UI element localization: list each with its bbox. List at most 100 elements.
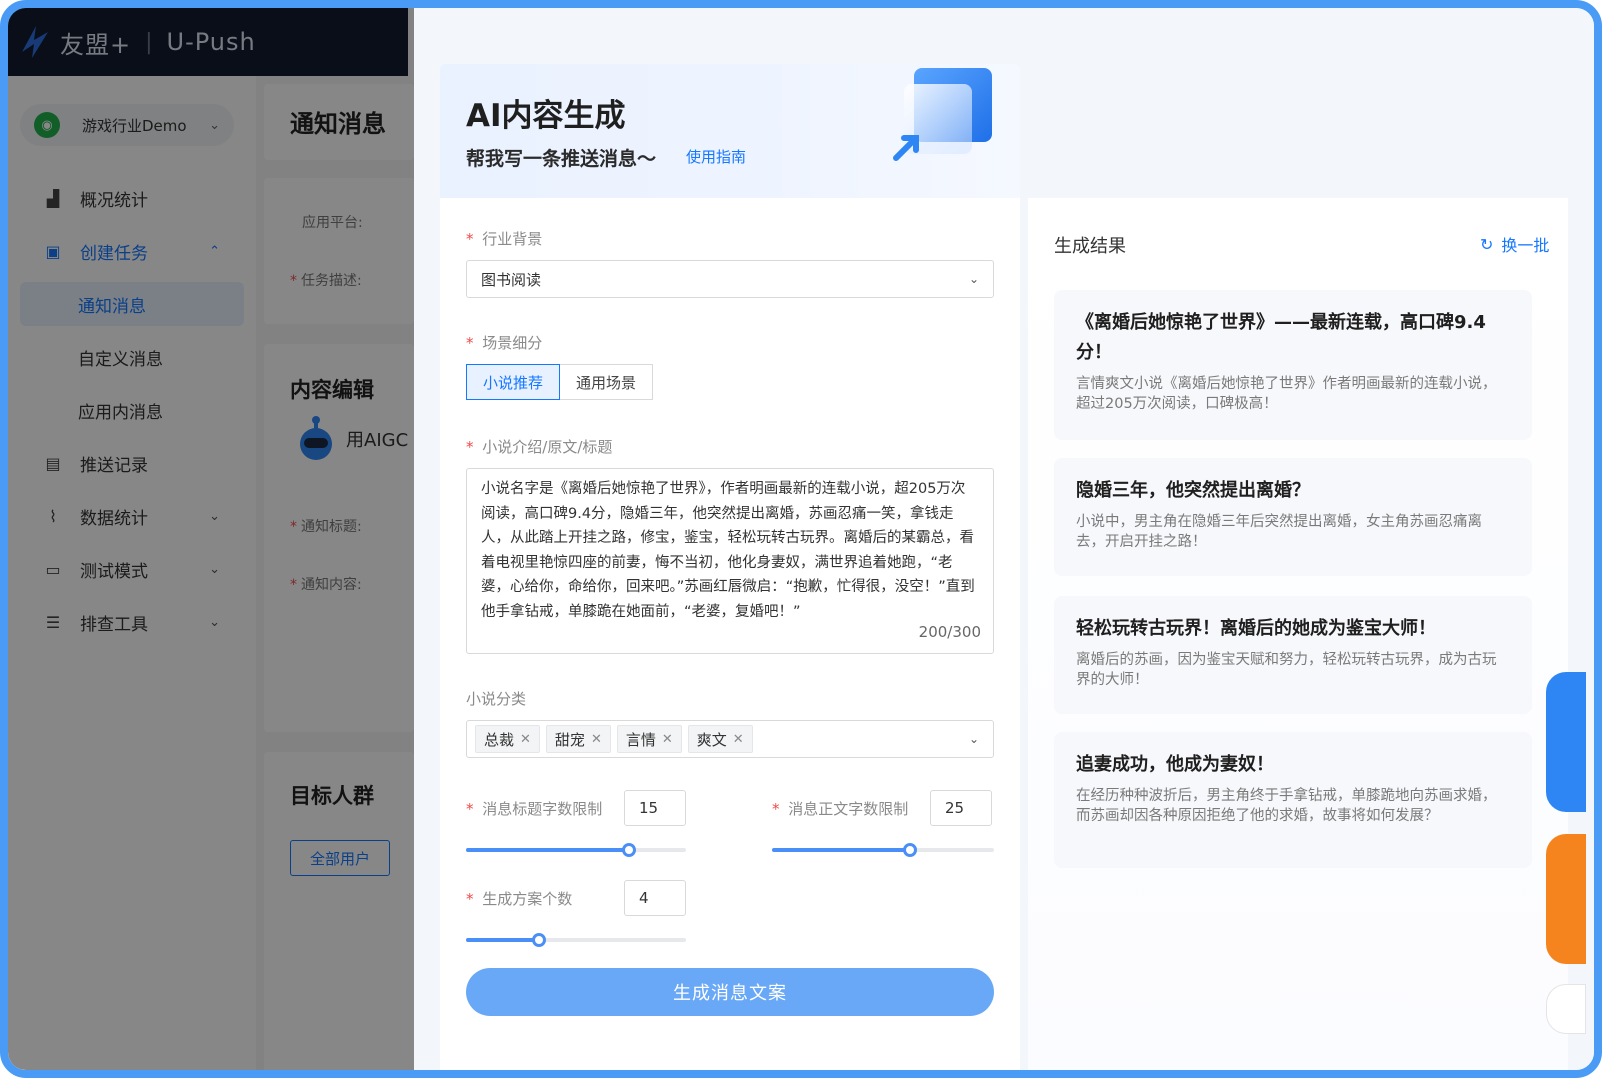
close-icon[interactable]: ✕ xyxy=(591,732,602,747)
all-users-button[interactable]: 全部用户 xyxy=(290,840,390,876)
app-switcher[interactable]: ◉ 游戏行业Demo ⌄ xyxy=(20,104,234,146)
sidebar-item-test-mode[interactable]: ▭ 测试模式 ⌄ xyxy=(8,547,256,591)
result-card-body: 小说中，男主角在隐婚三年后突然提出离婚，女主角苏画忍痛离去，开启开挂之路！ xyxy=(1076,514,1482,550)
ai-robot-icon xyxy=(300,416,332,460)
generation-form: * 行业背景 图书阅读 ⌄ * 场景细分 小说推荐 通用场景 * 小说介绍/原文… xyxy=(440,198,1020,1070)
chevron-down-icon: ⌄ xyxy=(209,117,220,133)
page-title: 通知消息 xyxy=(290,110,386,138)
result-card-body: 言情爽文小说《离婚后她惊艳了世界》作者明画最新的连载小说，超过205万次阅读，口… xyxy=(1076,376,1497,412)
app-name: 游戏行业Demo xyxy=(82,116,187,135)
sidebar-item-custom-message[interactable]: 自定义消息 xyxy=(8,335,256,379)
floating-help-tab[interactable] xyxy=(1546,672,1586,812)
notice-title-label: * 通知标题: xyxy=(290,519,362,535)
industry-select[interactable]: 图书阅读 ⌄ xyxy=(466,260,994,298)
industry-value: 图书阅读 xyxy=(481,270,542,289)
intro-textarea[interactable]: 小说名字是《离婚后她惊艳了世界》，作者明画最新的连载小说，超205万次阅读，高口… xyxy=(466,468,994,654)
ai-hero-banner: AI内容生成 帮我写一条推送消息～ 使用指南 xyxy=(440,64,1020,198)
chevron-down-icon: ⌄ xyxy=(209,614,220,630)
brand-separator: | xyxy=(145,29,153,55)
count-input[interactable]: 4 xyxy=(624,880,686,916)
sidebar-item-in-app-message[interactable]: 应用内消息 xyxy=(8,388,256,432)
sidebar-item-label: 概况统计 xyxy=(80,190,148,211)
result-card-title: 《离婚后她惊艳了世界》——最新连载，高口碑9.4分！ xyxy=(1076,312,1486,363)
scene-segmented-control: 小说推荐 通用场景 xyxy=(466,364,654,400)
sidebar-item-label: 数据统计 xyxy=(80,508,148,529)
chevron-down-icon: ⌄ xyxy=(968,272,979,286)
count-slider[interactable] xyxy=(466,933,686,947)
title-limit-slider[interactable] xyxy=(466,843,686,857)
result-card[interactable]: 追妻成功，他成为妻奴！ 在经历种种波折后，男主角终于手拿钻戒，单膝跪地向苏画求婚… xyxy=(1054,732,1532,868)
result-card[interactable]: 《离婚后她惊艳了世界》——最新连载，高口碑9.4分！ 言情爽文小说《离婚后她惊艳… xyxy=(1054,290,1532,440)
result-card-body: 离婚后的苏画，因为鉴宝天赋和努力，轻松玩转古玩界，成为古玩界的大师！ xyxy=(1076,652,1497,688)
audience-title: 目标人群 xyxy=(290,784,374,808)
aigc-label[interactable]: 用AIGC xyxy=(346,426,408,452)
refresh-button[interactable]: ↻ 换一批 xyxy=(1480,232,1549,256)
sidebar: ◉ 游戏行业Demo ⌄ ▟ 概况统计 ▣ 创建任务 ⌃ 通知消息 自定义消息 … xyxy=(8,76,256,1070)
basic-info-card: 应用平台: * 任务描述: xyxy=(264,178,414,324)
industry-label: * 行业背景 xyxy=(466,230,543,248)
count-label: * 生成方案个数 xyxy=(466,890,573,908)
drawer-subtitle: 帮我写一条推送消息～ xyxy=(466,148,657,170)
page-header: 通知消息 xyxy=(264,84,414,160)
slider-handle[interactable] xyxy=(621,843,636,857)
generate-button[interactable]: 生成消息文案 xyxy=(466,968,994,1016)
intro-label: * 小说介绍/原文/标题 xyxy=(466,438,613,456)
slider-handle[interactable] xyxy=(902,843,917,857)
list-icon: ☰ xyxy=(45,612,61,632)
product-name[interactable]: U-Push xyxy=(167,28,256,56)
chart-icon: ▟ xyxy=(46,188,60,208)
sidebar-item-overview[interactable]: ▟ 概况统计 xyxy=(8,176,256,220)
sidebar-item-label: 推送记录 xyxy=(80,455,148,476)
top-bar: 友盟+ | U-Push xyxy=(8,8,408,76)
floating-feedback-tab[interactable] xyxy=(1546,834,1586,964)
floating-collapse-tab[interactable] xyxy=(1546,984,1586,1034)
body-limit-input[interactable]: 25 xyxy=(930,790,992,826)
result-card-title: 追妻成功，他成为妻奴！ xyxy=(1076,754,1274,775)
category-multiselect[interactable]: 总裁 ✕ 甜宠 ✕ 言情 ✕ 爽文 ✕ ⌄ xyxy=(466,720,994,758)
close-icon[interactable]: ✕ xyxy=(520,732,531,747)
close-icon[interactable]: ✕ xyxy=(733,732,744,747)
brand-name: 友盟+ xyxy=(60,30,132,59)
category-tag: 甜宠 ✕ xyxy=(545,725,611,753)
result-card[interactable]: 轻松玩转古玩界！离婚后的她成为鉴宝大师！ 离婚后的苏画，因为鉴宝天赋和努力，轻松… xyxy=(1054,596,1532,714)
result-panel: 生成结果 ↻ 换一批 《离婚后她惊艳了世界》——最新连载，高口碑9.4分！ 言情… xyxy=(1028,198,1568,1070)
scene-option-novel[interactable]: 小说推荐 xyxy=(466,364,561,400)
line-chart-icon: ⌇ xyxy=(49,506,57,526)
body-limit-slider[interactable] xyxy=(772,843,994,857)
task-desc-label: * 任务描述: xyxy=(290,273,362,289)
chevron-down-icon: ⌄ xyxy=(209,508,220,524)
scene-label: * 场景细分 xyxy=(466,334,543,352)
monitor-icon: ▭ xyxy=(45,559,61,579)
result-title: 生成结果 xyxy=(1054,236,1126,257)
close-icon[interactable]: ✕ xyxy=(662,732,673,747)
result-card-title: 轻松玩转古玩界！离婚后的她成为鉴宝大师！ xyxy=(1076,618,1436,639)
title-limit-input[interactable]: 15 xyxy=(624,790,686,826)
sidebar-item-label: 通知消息 xyxy=(78,296,146,317)
sidebar-item-data-stats[interactable]: ⌇ 数据统计 ⌄ xyxy=(8,494,256,538)
platform-label: 应用平台: xyxy=(302,215,363,231)
sidebar-item-label: 排查工具 xyxy=(80,614,148,635)
main-content: 通知消息 应用平台: * 任务描述: 内容编辑 用AIGC * 通知标题: * 通知内… xyxy=(264,76,414,1070)
sidebar-item-label: 自定义消息 xyxy=(78,349,163,370)
sidebar-item-label: 测试模式 xyxy=(80,561,148,582)
record-icon: ▤ xyxy=(45,453,61,473)
sidebar-item-troubleshoot[interactable]: ☰ 排查工具 ⌄ xyxy=(8,600,256,644)
scene-option-general[interactable]: 通用场景 xyxy=(560,364,654,400)
chevron-up-icon: ⌃ xyxy=(209,243,220,259)
refresh-icon: ↻ xyxy=(1480,234,1494,254)
android-app-icon: ◉ xyxy=(34,112,60,138)
title-limit-label: * 消息标题字数限制 xyxy=(466,800,603,818)
category-tag: 总裁 ✕ xyxy=(475,725,540,753)
body-limit-label: * 消息正文字数限制 xyxy=(772,800,909,818)
result-card[interactable]: 隐婚三年，他突然提出离婚？ 小说中，男主角在隐婚三年后突然提出离婚，女主角苏画忍… xyxy=(1054,458,1532,576)
audience-card: 目标人群 全部用户 xyxy=(264,752,414,1070)
slider-handle[interactable] xyxy=(531,933,546,947)
sidebar-item-push-records[interactable]: ▤ 推送记录 xyxy=(8,441,256,485)
chevron-down-icon: ⌄ xyxy=(209,561,220,577)
guide-link[interactable]: 使用指南 xyxy=(686,146,746,167)
ai-content-drawer: AI内容生成 帮我写一条推送消息～ 使用指南 * 行业背景 图书阅读 ⌄ * 场… xyxy=(414,8,1594,1070)
drawer-title: AI内容生成 xyxy=(466,98,626,134)
sidebar-item-notification[interactable]: 通知消息 xyxy=(20,282,244,326)
category-tag: 爽文 ✕ xyxy=(687,725,753,753)
sidebar-item-create-task[interactable]: ▣ 创建任务 ⌃ xyxy=(8,229,256,273)
